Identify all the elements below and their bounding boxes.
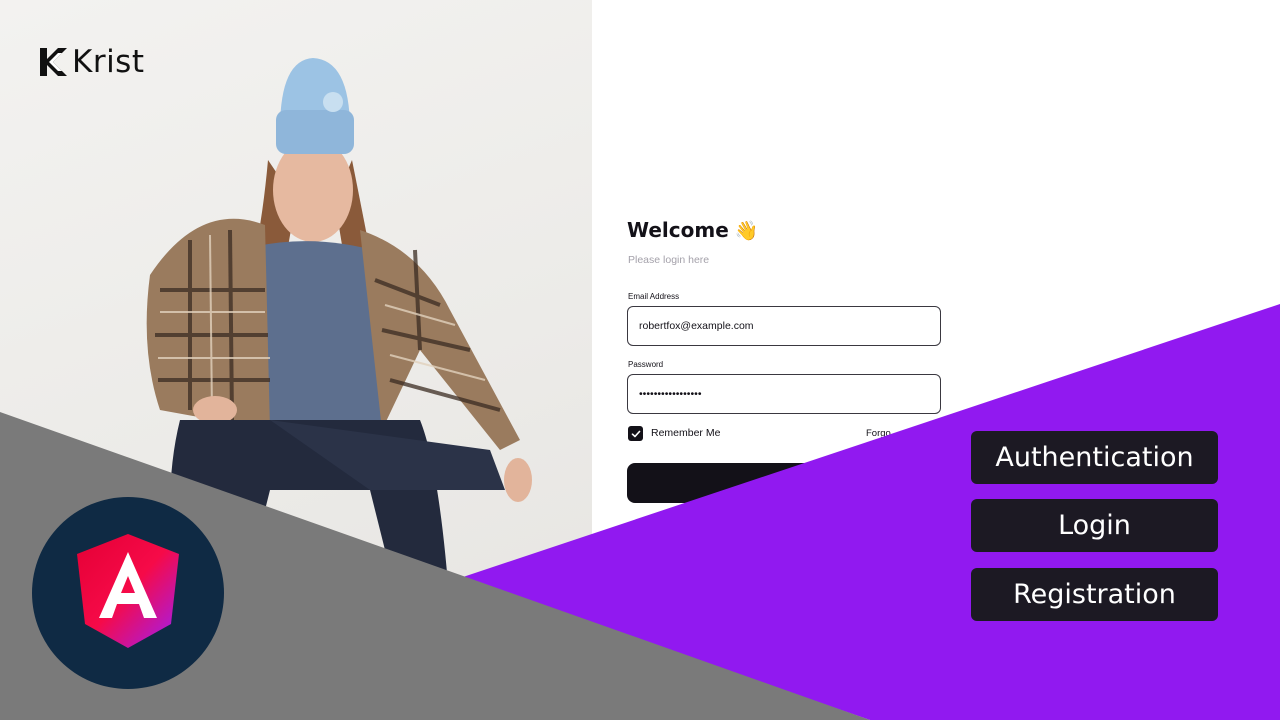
checkmark-icon: [631, 430, 640, 437]
waving-hand-icon: 👋: [734, 219, 759, 242]
password-label: Password: [628, 360, 664, 369]
remember-me-checkbox[interactable]: [628, 426, 643, 441]
welcome-heading: Welcome 👋: [627, 218, 758, 242]
email-label: Email Address: [628, 292, 680, 301]
angular-logo-icon: [32, 497, 224, 689]
remember-me-label: Remember Me: [651, 427, 721, 439]
forgot-password-link[interactable]: Forgo: [866, 428, 891, 439]
krist-logo-icon: [40, 48, 67, 76]
page-subtitle: Please login here: [628, 254, 710, 266]
password-field[interactable]: [627, 374, 941, 414]
tag-login: Login: [971, 499, 1218, 552]
tag-authentication: Authentication: [971, 431, 1218, 484]
email-field[interactable]: [627, 306, 941, 346]
page-title: Welcome: [627, 218, 729, 242]
tag-registration: Registration: [971, 568, 1218, 621]
login-button[interactable]: [627, 463, 941, 503]
